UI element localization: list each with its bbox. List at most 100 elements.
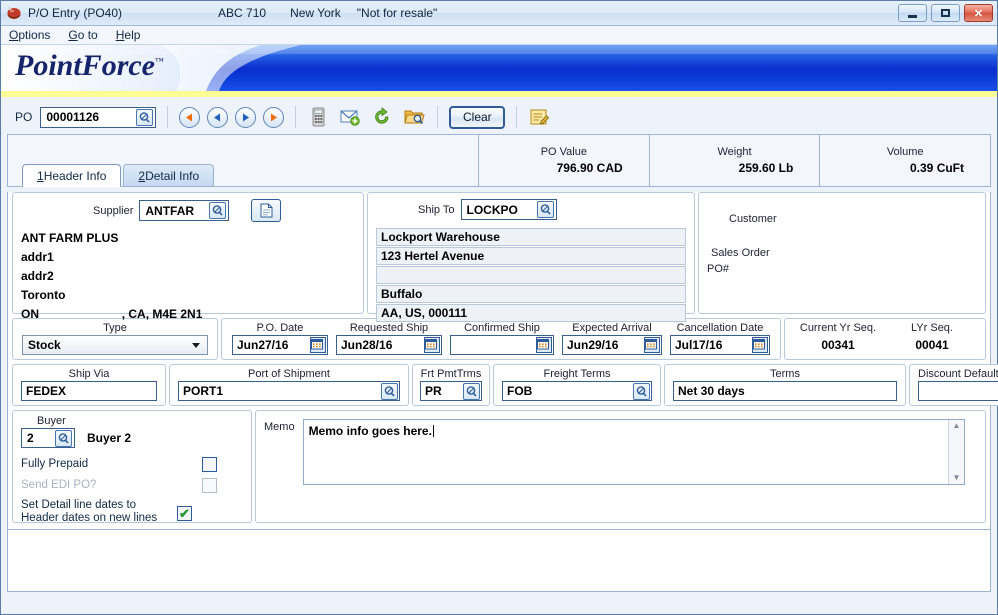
memo-value: Memo info goes here.	[308, 424, 432, 438]
tab-detail-info[interactable]: 2 Detail Info	[123, 164, 215, 186]
last-record-button[interactable]	[263, 106, 285, 128]
summary-po-value: PO Value 796.90 CAD	[478, 135, 649, 186]
supplier-address-line: Toronto	[21, 288, 66, 302]
memo-scrollbar[interactable]: ▲ ▼	[948, 420, 964, 484]
freight-terms-input[interactable]: FOB	[502, 381, 652, 401]
supplier-group: Supplier ANT FARM PLUS addr1 a	[12, 192, 364, 321]
memo-group: Memo Memo info goes here. ▲ ▼	[255, 410, 986, 523]
next-record-button[interactable]	[235, 106, 257, 128]
frt-pmt-lookup-icon[interactable]	[463, 382, 480, 400]
chevron-down-icon	[192, 342, 200, 348]
discount-label: Discount Default	[918, 368, 998, 380]
calculator-icon[interactable]	[307, 106, 329, 128]
requested-ship-field: Requested Ship Jun28/16	[336, 322, 442, 355]
customer-group: Customer Sales Order PO#	[698, 192, 986, 314]
summary-weight: Weight 259.60 Lb	[648, 135, 820, 186]
type-select[interactable]: Stock	[22, 335, 208, 355]
buyer-lookup-icon[interactable]	[55, 429, 72, 447]
po-input[interactable]	[46, 108, 135, 126]
application-icon	[6, 5, 22, 21]
brand-banner: PointForce™	[1, 45, 997, 100]
shipping-row: Ship Via FEDEX Port of Shipment PORT1 Fr…	[12, 364, 998, 406]
send-edi-po-label: Send EDI PO?	[21, 479, 97, 491]
calendar-icon[interactable]	[644, 337, 660, 353]
clear-button[interactable]: Clear	[449, 105, 506, 129]
tab-header-info[interactable]: 1 Header Info	[22, 164, 122, 187]
close-button[interactable]: ✕	[964, 4, 993, 22]
current-yr-seq-value: 00341	[821, 338, 855, 352]
supplier-input[interactable]	[145, 202, 208, 219]
freight-terms-lookup-icon[interactable]	[633, 382, 650, 400]
notepad-edit-icon[interactable]	[528, 106, 550, 128]
refresh-icon[interactable]	[371, 106, 393, 128]
lyr-seq-value: 00041	[915, 338, 949, 352]
supplier-address-line: addr1	[21, 250, 54, 264]
close-icon: ✕	[973, 7, 984, 20]
lyr-seq-label: LYr Seq.	[911, 322, 953, 334]
send-edi-po-checkbox	[202, 478, 217, 493]
set-detail-dates-checkbox[interactable]: ✔	[177, 506, 192, 521]
scroll-down-icon[interactable]: ▼	[953, 474, 961, 482]
ship-to-address: Lockport Warehouse 123 Hertel Avenue Buf…	[376, 228, 686, 322]
previous-record-button[interactable]	[207, 106, 229, 128]
title-bar: P/O Entry (PO40) ABC 710 New York "Not f…	[1, 1, 997, 26]
supplier-document-icon[interactable]	[251, 199, 282, 222]
po-date-field: P.O. Date Jun27/16	[232, 322, 328, 355]
folder-search-icon[interactable]	[403, 106, 426, 128]
calendar-icon[interactable]	[536, 337, 552, 353]
requested-ship-input[interactable]: Jun28/16	[336, 335, 442, 355]
company-code: ABC 710	[218, 6, 267, 20]
cancellation-date-input[interactable]: Jul17/16	[670, 335, 770, 355]
summary-value: 259.60 Lb	[738, 161, 794, 175]
ship-via-label: Ship Via	[68, 368, 110, 380]
terms-input[interactable]: Net 30 days	[673, 381, 897, 401]
ship-to-address-line	[376, 266, 686, 284]
send-edi-po-row: Send EDI PO?	[21, 478, 243, 493]
freight-terms-group: Freight Terms FOB	[493, 364, 661, 406]
checkmark-icon: ✔	[179, 506, 190, 521]
supplier-address-line: addr2	[21, 269, 54, 283]
summary-value: 796.90 CAD	[556, 161, 623, 175]
confirmed-ship-input[interactable]	[450, 335, 554, 355]
ship-via-input[interactable]: FEDEX	[21, 381, 157, 401]
menu-item-options[interactable]: Options	[9, 28, 50, 42]
minimize-button[interactable]	[898, 4, 927, 22]
summary-value: 0.39 CuFt	[910, 161, 965, 175]
buyer-group: Buyer Buyer 2 Fully Prepaid	[12, 410, 252, 524]
po-lookup-icon[interactable]	[136, 108, 154, 126]
po-input-wrapper	[40, 106, 157, 128]
calendar-icon[interactable]	[310, 337, 326, 353]
summary-label: Volume	[886, 146, 924, 158]
menu-item-help[interactable]: Help	[116, 28, 141, 42]
summary-volume: Volume 0.39 CuFt	[819, 135, 990, 186]
po-date-input[interactable]: Jun27/16	[232, 335, 328, 355]
port-lookup-icon[interactable]	[381, 382, 398, 400]
calendar-icon[interactable]	[424, 337, 440, 353]
scroll-up-icon[interactable]: ▲	[953, 422, 961, 430]
expected-arrival-input[interactable]: Jun29/16	[562, 335, 662, 355]
calendar-icon[interactable]	[752, 337, 768, 353]
first-record-button[interactable]	[179, 106, 201, 128]
discount-input[interactable]	[918, 381, 998, 401]
supplier-lookup-icon[interactable]	[209, 202, 227, 219]
buyer-input[interactable]	[27, 429, 53, 447]
empty-area	[7, 530, 991, 592]
supplier-region: ON	[21, 307, 39, 321]
memo-textarea[interactable]: Memo info goes here. ▲ ▼	[302, 419, 965, 485]
maximize-button[interactable]	[931, 4, 960, 22]
customer-label: Customer	[729, 213, 777, 225]
fully-prepaid-row: Fully Prepaid	[21, 457, 243, 472]
ship-to-input[interactable]	[466, 201, 535, 218]
terms-group: Terms Net 30 days	[664, 364, 906, 406]
supplier-label: Supplier	[93, 204, 134, 217]
menu-item-goto[interactable]: Go to	[68, 28, 97, 42]
port-input[interactable]: PORT1	[178, 381, 400, 401]
frt-pmt-input[interactable]: PR	[420, 381, 482, 401]
email-add-icon[interactable]	[339, 106, 361, 128]
supplier-address-line: ANT FARM PLUS	[21, 231, 119, 245]
toolbar: PO Clear	[1, 100, 997, 134]
fully-prepaid-checkbox[interactable]	[202, 457, 217, 472]
ship-to-lookup-icon[interactable]	[536, 201, 554, 218]
frt-pmt-label: Frt PmtTrms	[420, 368, 482, 380]
address-row: Supplier ANT FARM PLUS addr1 a	[12, 192, 986, 322]
